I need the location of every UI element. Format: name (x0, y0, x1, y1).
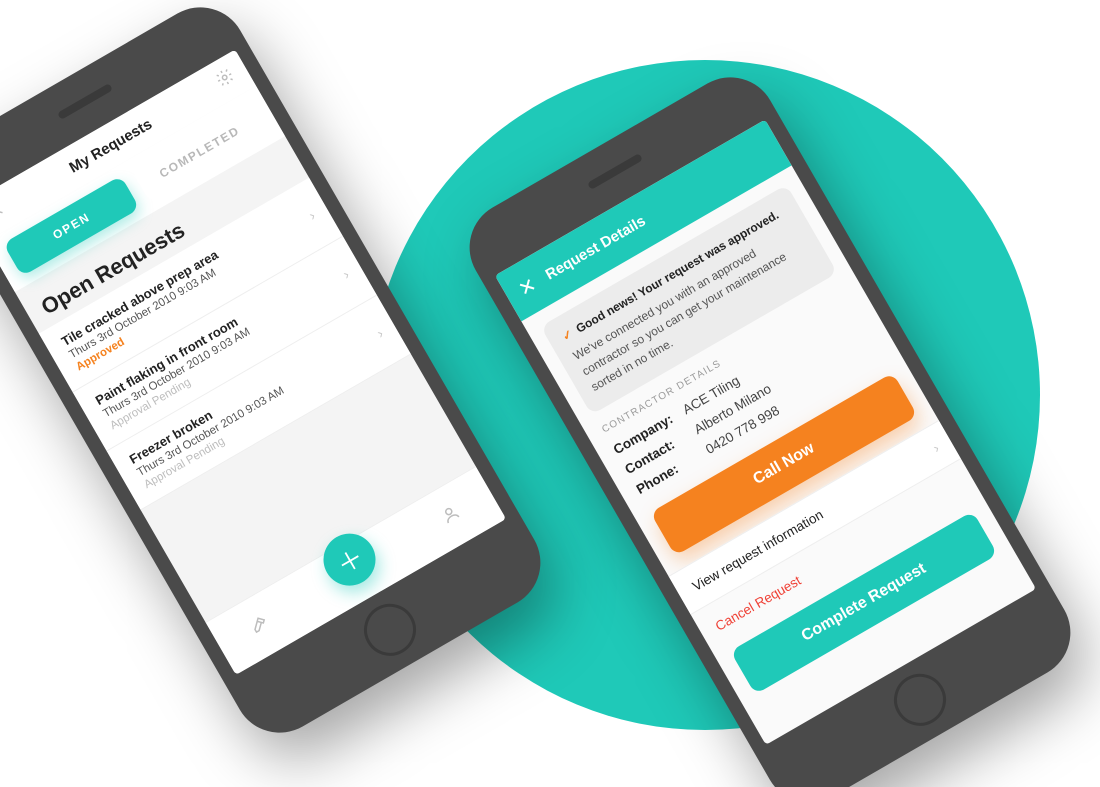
phone-speaker (57, 83, 113, 120)
home-button[interactable] (354, 594, 425, 665)
add-request-button[interactable]: ＋ (314, 524, 385, 595)
plus-icon: ＋ (329, 537, 370, 582)
home-button[interactable] (884, 664, 955, 735)
chevron-right-icon: › (930, 440, 941, 455)
screen-my-requests: My Requests OPEN COMPLETED Open Requests… (0, 50, 506, 675)
bottom-nav: ＋ (205, 466, 506, 675)
user-icon[interactable] (437, 502, 464, 531)
phone-speaker (587, 153, 643, 190)
search-icon[interactable] (0, 198, 9, 226)
gear-icon[interactable] (212, 65, 239, 93)
close-icon[interactable]: ✕ (514, 272, 541, 302)
hammer-icon[interactable] (247, 611, 274, 640)
